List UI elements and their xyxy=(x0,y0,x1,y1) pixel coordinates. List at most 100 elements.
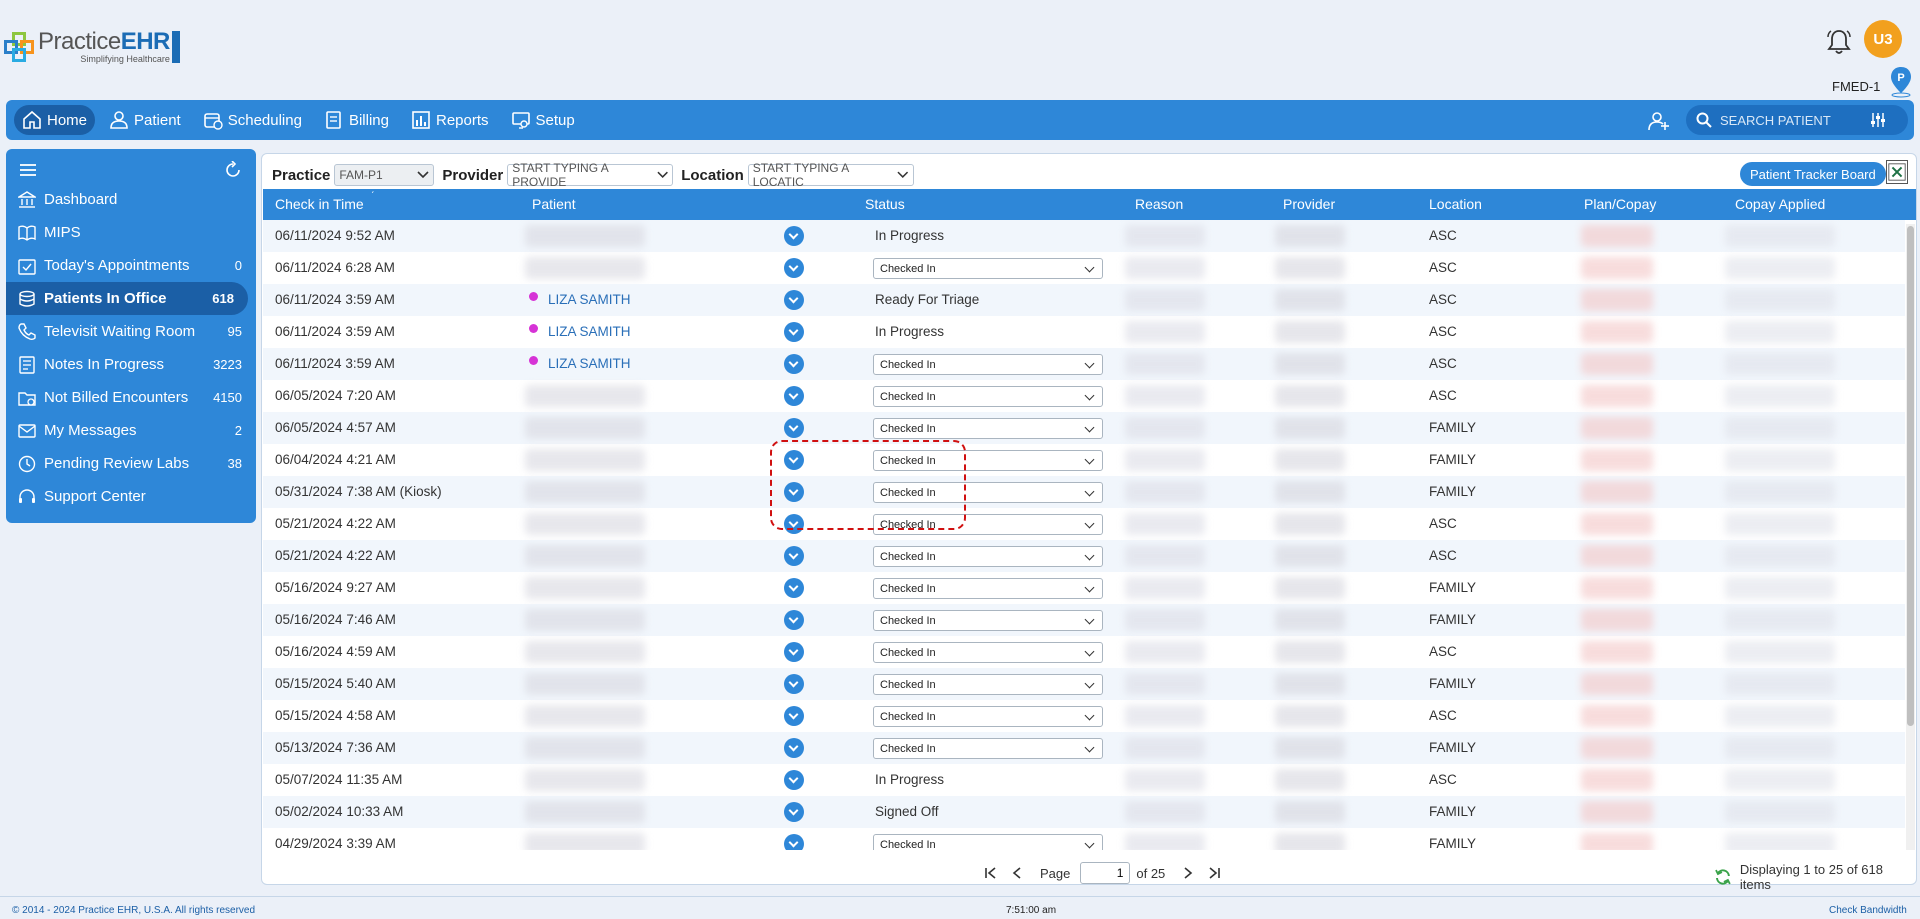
row-expand-button[interactable] xyxy=(784,226,804,246)
table-row[interactable]: 06/11/2024 3:59 AM LIZA SAMITH In Progress… xyxy=(263,316,1905,348)
table-row[interactable]: 05/15/2024 4:58 AM Checked In ASC xyxy=(263,700,1905,732)
table-row[interactable]: 04/29/2024 3:39 AM Checked In FAMILY xyxy=(263,828,1905,850)
column-header-plan-copay[interactable]: Plan/Copay xyxy=(1584,196,1656,212)
user-avatar[interactable]: U3 xyxy=(1864,20,1902,58)
menu-hamburger-icon[interactable] xyxy=(20,163,36,177)
row-expand-button[interactable] xyxy=(784,546,804,566)
refresh-icon[interactable] xyxy=(224,161,242,179)
sidebar-item-my-messages[interactable]: My Messages 2 xyxy=(6,414,256,447)
column-header-copay-applied[interactable]: Copay Applied xyxy=(1735,196,1825,212)
row-expand-button[interactable] xyxy=(784,770,804,790)
nav-setup[interactable]: Setup xyxy=(503,105,583,135)
patient-search[interactable] xyxy=(1686,105,1908,135)
location-select[interactable]: START TYPING A LOCATIC xyxy=(747,161,914,189)
refresh-grid-icon[interactable] xyxy=(1714,868,1732,886)
table-row[interactable]: 05/31/2024 7:38 AM (Kiosk) Checked In FAMI… xyxy=(263,476,1905,508)
patient-name-link[interactable]: LIZA SAMITH xyxy=(548,292,631,307)
status-select[interactable]: Checked In xyxy=(873,258,1103,279)
patient-tracker-board-button[interactable]: Patient Tracker Board xyxy=(1740,162,1886,186)
next-page-button[interactable] xyxy=(1179,864,1197,882)
table-row[interactable]: 06/11/2024 3:59 AM LIZA SAMITH Ready For T… xyxy=(263,284,1905,316)
row-expand-button[interactable] xyxy=(784,738,804,758)
row-expand-button[interactable] xyxy=(784,706,804,726)
status-select[interactable]: Checked In xyxy=(873,386,1103,407)
check-bandwidth-link[interactable]: Check Bandwidth xyxy=(1829,905,1907,916)
table-row[interactable]: 05/07/2024 11:35 AM In Progress ASC xyxy=(263,764,1905,796)
table-row[interactable]: 05/16/2024 7:46 AM Checked In FAMILY xyxy=(263,604,1905,636)
status-select[interactable]: Checked In xyxy=(873,610,1103,631)
nav-home[interactable]: Home xyxy=(14,105,96,135)
app-logo[interactable]: PracticeEHR Simplifying Healthcare xyxy=(4,30,180,64)
column-header-patient[interactable]: Patient xyxy=(532,196,576,212)
column-header-location[interactable]: Location xyxy=(1429,196,1482,212)
status-select[interactable]: Checked In xyxy=(873,578,1103,599)
row-expand-button[interactable] xyxy=(784,642,804,662)
status-select[interactable]: Checked In xyxy=(873,834,1103,850)
table-row[interactable]: 05/21/2024 4:22 AM Checked In ASC xyxy=(263,540,1905,572)
sidebar-item-pending-labs[interactable]: Pending Review Labs 38 xyxy=(6,447,256,480)
table-row[interactable]: 06/11/2024 9:52 AM In Progress ASC xyxy=(263,220,1905,252)
table-scrollbar[interactable] xyxy=(1906,224,1915,850)
row-expand-button[interactable] xyxy=(784,610,804,630)
status-select[interactable]: Checked In xyxy=(873,674,1103,695)
table-row[interactable]: 06/04/2024 4:21 AM Checked In FAMILY xyxy=(263,444,1905,476)
row-expand-button[interactable] xyxy=(784,802,804,822)
notification-bell-icon[interactable] xyxy=(1826,28,1852,56)
provider-select[interactable]: START TYPING A PROVIDE xyxy=(507,161,674,189)
row-expand-button[interactable] xyxy=(784,834,804,850)
search-patient-input[interactable] xyxy=(1720,112,1870,128)
last-page-button[interactable] xyxy=(1205,864,1223,882)
sidebar-item-televisit[interactable]: Televisit Waiting Room 95 xyxy=(6,315,256,348)
row-expand-button[interactable] xyxy=(784,354,804,374)
status-select[interactable]: Checked In xyxy=(873,354,1103,375)
location-pin-icon[interactable]: P xyxy=(1888,66,1914,98)
table-row[interactable]: 06/11/2024 3:59 AM LIZA SAMITH Checked In A… xyxy=(263,348,1905,380)
table-row[interactable]: 06/11/2024 6:28 AM Checked In ASC xyxy=(263,252,1905,284)
status-select[interactable]: Checked In xyxy=(873,738,1103,759)
table-row[interactable]: 05/15/2024 5:40 AM Checked In FAMILY xyxy=(263,668,1905,700)
column-header-reason[interactable]: Reason xyxy=(1135,196,1183,212)
sidebar-item-not-billed[interactable]: Not Billed Encounters 4150 xyxy=(6,381,256,414)
table-row[interactable]: 05/21/2024 4:22 AM Checked In ASC xyxy=(263,508,1905,540)
excel-export-icon[interactable] xyxy=(1886,160,1908,184)
patient-name-link[interactable]: LIZA SAMITH xyxy=(548,324,631,339)
row-expand-button[interactable] xyxy=(784,386,804,406)
scrollbar-thumb[interactable] xyxy=(1907,226,1914,726)
row-expand-button[interactable] xyxy=(784,578,804,598)
nav-reports[interactable]: Reports xyxy=(403,105,497,135)
patient-name-link[interactable]: LIZA SAMITH xyxy=(548,356,631,371)
sidebar-item-dashboard[interactable]: Dashboard xyxy=(6,183,256,216)
row-expand-button[interactable] xyxy=(784,322,804,342)
sidebar-item-patients-in-office[interactable]: Patients In Office 618 xyxy=(6,282,248,315)
row-expand-button[interactable] xyxy=(784,290,804,310)
nav-billing[interactable]: Billing xyxy=(316,105,397,135)
table-row[interactable]: 05/13/2024 7:36 AM Checked In FAMILY xyxy=(263,732,1905,764)
column-header-status[interactable]: Status xyxy=(865,196,905,212)
table-row[interactable]: 05/16/2024 4:59 AM Checked In ASC xyxy=(263,636,1905,668)
status-select[interactable]: Checked In xyxy=(873,706,1103,727)
sidebar-item-notes-in-progress[interactable]: Notes In Progress 3223 xyxy=(6,348,256,381)
row-expand-button[interactable] xyxy=(784,674,804,694)
column-header-provider[interactable]: Provider xyxy=(1283,196,1335,212)
prev-page-button[interactable] xyxy=(1008,864,1026,882)
first-page-button[interactable] xyxy=(982,864,1000,882)
nav-scheduling[interactable]: Scheduling xyxy=(195,105,310,135)
table-row[interactable]: 06/05/2024 4:57 AM Checked In FAMILY xyxy=(263,412,1905,444)
row-expand-button[interactable] xyxy=(784,258,804,278)
status-select[interactable]: Checked In xyxy=(873,642,1103,663)
sidebar-item-support-center[interactable]: Support Center xyxy=(6,480,256,513)
nav-patient[interactable]: Patient xyxy=(101,105,189,135)
sidebar-item-todays-appointments[interactable]: Today's Appointments 0 xyxy=(6,249,256,282)
status-select[interactable]: Checked In xyxy=(873,418,1103,439)
table-row[interactable]: 06/05/2024 7:20 AM Checked In ASC xyxy=(263,380,1905,412)
filter-sliders-icon[interactable] xyxy=(1870,112,1886,128)
add-user-icon[interactable] xyxy=(1648,110,1670,132)
practice-select[interactable]: FAM-P1 xyxy=(334,164,435,186)
table-row[interactable]: 05/16/2024 9:27 AM Checked In FAMILY xyxy=(263,572,1905,604)
sidebar-item-mips[interactable]: MIPS xyxy=(6,216,256,249)
status-select[interactable]: Checked In xyxy=(873,546,1103,567)
column-header-check-in-time[interactable]: Check in Time xyxy=(275,196,364,212)
page-number-input[interactable] xyxy=(1080,862,1131,884)
table-row[interactable]: 05/02/2024 10:33 AM Signed Off FAMILY xyxy=(263,796,1905,828)
row-expand-button[interactable] xyxy=(784,418,804,438)
